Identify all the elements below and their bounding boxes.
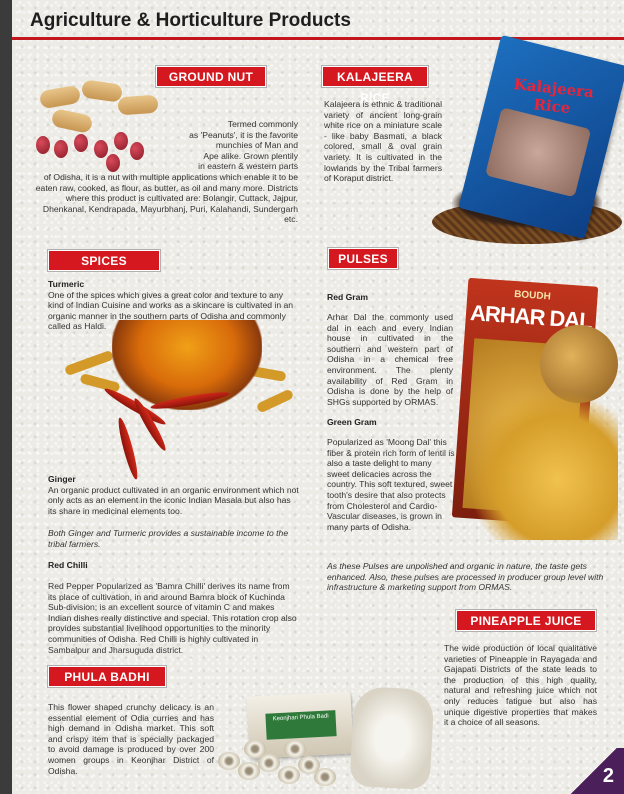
- page-corner: [564, 748, 624, 794]
- dal-pile-image: [468, 390, 618, 540]
- pulses-heading: PULSES: [327, 247, 399, 270]
- greengram-title: Green Gram: [327, 417, 377, 427]
- page-title: Agriculture & Horticulture Products: [30, 10, 351, 31]
- turmeric-title: Turmeric: [48, 279, 85, 289]
- pineapple-text: The wide production of local qualitative…: [444, 643, 597, 728]
- page-number: 2: [602, 765, 614, 787]
- phulabadhi-heading: PHULA BADHI: [47, 665, 167, 688]
- chilli-text: Red Pepper Popularized as 'Bamra Chilli'…: [48, 581, 297, 655]
- groundnut-text-right: Termed commonly as 'Peanuts', it is the …: [189, 119, 298, 172]
- redgram-text: Arhar Dal the commonly used dal in each …: [327, 312, 453, 407]
- ginger-text: An organic product cultivated in an orga…: [48, 484, 299, 516]
- spices-note: Both Ginger and Turmeric provides a sust…: [48, 528, 289, 549]
- phulabadhi-text: This flower shaped crunchy delicacy is a…: [48, 702, 214, 776]
- greengram-text: Popularized as 'Moong Dal' this fiber & …: [327, 437, 455, 532]
- phula-badhi-bag-image: [349, 685, 435, 791]
- ginger-title: Ginger: [48, 474, 76, 484]
- phula-badhi-image: [214, 732, 354, 792]
- page-sidebar: [0, 0, 12, 794]
- title-rule: [12, 37, 624, 40]
- redgram-title: Red Gram: [327, 292, 369, 302]
- kalajeera-text: Kalajeera is ethnic & traditional variet…: [324, 99, 442, 184]
- pineapple-heading: PINEAPPLE JUICE: [455, 609, 597, 632]
- ginger-section: Ginger An organic product cultivated in …: [48, 474, 300, 516]
- groundnut-image: [30, 78, 170, 174]
- groundnut-text: of Odisha, it is a nut with multiple app…: [35, 172, 298, 225]
- groundnut-heading: GROUND NUT: [155, 65, 267, 88]
- pulses-note: As these Pulses are unpolished and organ…: [327, 561, 604, 593]
- spices-heading: SPICES: [47, 249, 161, 272]
- chilli-title: Red Chilli: [48, 560, 88, 570]
- kalajeera-heading: KALAJEERA RICE: [321, 65, 429, 105]
